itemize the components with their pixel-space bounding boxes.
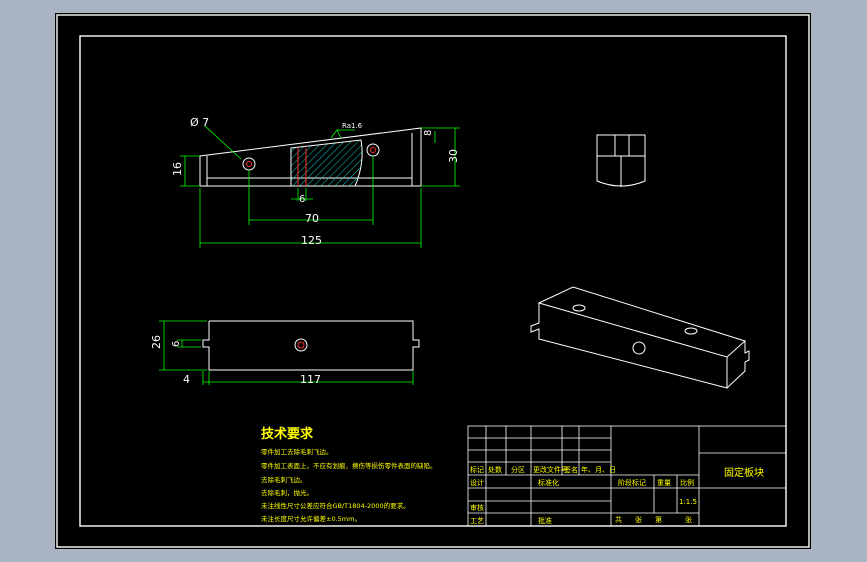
inner-drawing-border: [79, 35, 787, 527]
tech-line-1: 零件加工去除毛刺飞边。: [261, 447, 333, 456]
tb-process: 工艺: [470, 517, 484, 525]
drawing-viewport[interactable]: Ø 7 Ra1.6 8 30 16 6 70 125 26 6 4 117 技术…: [55, 13, 811, 549]
top-view-dimensions: [159, 320, 414, 385]
diameter-label: Ø 7: [190, 116, 209, 129]
tb-mark: 标记: [470, 465, 484, 474]
cad-drawing-canvas[interactable]: Ø 7 Ra1.6 8 30 16 6 70 125 26 6 4 117 技术…: [55, 13, 811, 549]
tb-date: 年、月、日: [581, 465, 616, 474]
isometric-view: [530, 286, 750, 389]
tb-weight: 重量: [657, 479, 671, 487]
roughness-label: Ra1.6: [342, 122, 363, 130]
tb-approve: 批准: [538, 516, 552, 525]
tb-count: 处数: [488, 465, 502, 474]
tb-ratio: 比例: [680, 478, 694, 487]
hole-left: [242, 157, 256, 171]
front-view: [199, 127, 422, 187]
tb-change-doc: 更改文件号: [533, 465, 568, 474]
dim-26: 26: [150, 335, 163, 349]
iso-end-face: [726, 341, 750, 389]
dim-6-top: 6: [299, 194, 305, 205]
tb-standard: 标准化: [538, 478, 559, 487]
dim-117: 117: [300, 373, 321, 386]
tech-title: 技术要求: [261, 426, 314, 442]
tech-line-3: 去除毛刺飞边。: [261, 475, 307, 484]
dim-125: 125: [301, 234, 322, 247]
tb-review: 审核: [470, 503, 484, 512]
dim-70: 70: [305, 212, 319, 225]
tb-no: 第: [655, 515, 662, 524]
tb-design: 设计: [470, 478, 484, 487]
tech-line-4: 去除毛刺，抛光。: [261, 488, 313, 497]
side-view: [596, 134, 646, 187]
hole-right: [366, 143, 380, 157]
tb-sign: 签名: [564, 465, 578, 474]
tb-scale: 1:1.5: [679, 498, 697, 506]
tech-line-5: 未注线性尺寸公差应符合GB/T1804-2000的要求。: [261, 501, 410, 510]
top-view: [202, 320, 420, 371]
part-name: 固定板块: [724, 466, 764, 479]
tb-sheet-1: 张: [635, 515, 642, 524]
tech-line-6: 未注长度尺寸允许偏差±0.5mm。: [261, 514, 361, 523]
dim-6-side: 6: [171, 341, 182, 347]
tb-stage: 阶段标记: [618, 478, 646, 487]
tech-line-2: 零件加工表面上，不应有划痕、擦伤等损伤零件表面的缺陷。: [261, 461, 437, 470]
tb-total: 共: [615, 515, 622, 524]
title-block-text: 标记 处数 分区 更改文件号 签名 年、月、日 设计 标准化 审核 工艺 批准 …: [470, 465, 764, 525]
dim-4: 4: [183, 373, 190, 386]
tb-zone: 分区: [511, 465, 525, 474]
technical-requirements: 技术要求 零件加工去除毛刺飞边。 零件加工表面上，不应有划痕、擦伤等损伤零件表面…: [261, 426, 437, 523]
iso-front-face: [530, 303, 728, 389]
tb-sheet-2: 张: [685, 515, 692, 524]
top-view-outline: [202, 320, 420, 371]
dim-8: 8: [423, 130, 434, 136]
dim-30: 30: [447, 149, 460, 163]
section-hatch: [290, 139, 363, 187]
iso-top-face: [537, 286, 746, 358]
dim-16: 16: [171, 162, 184, 176]
